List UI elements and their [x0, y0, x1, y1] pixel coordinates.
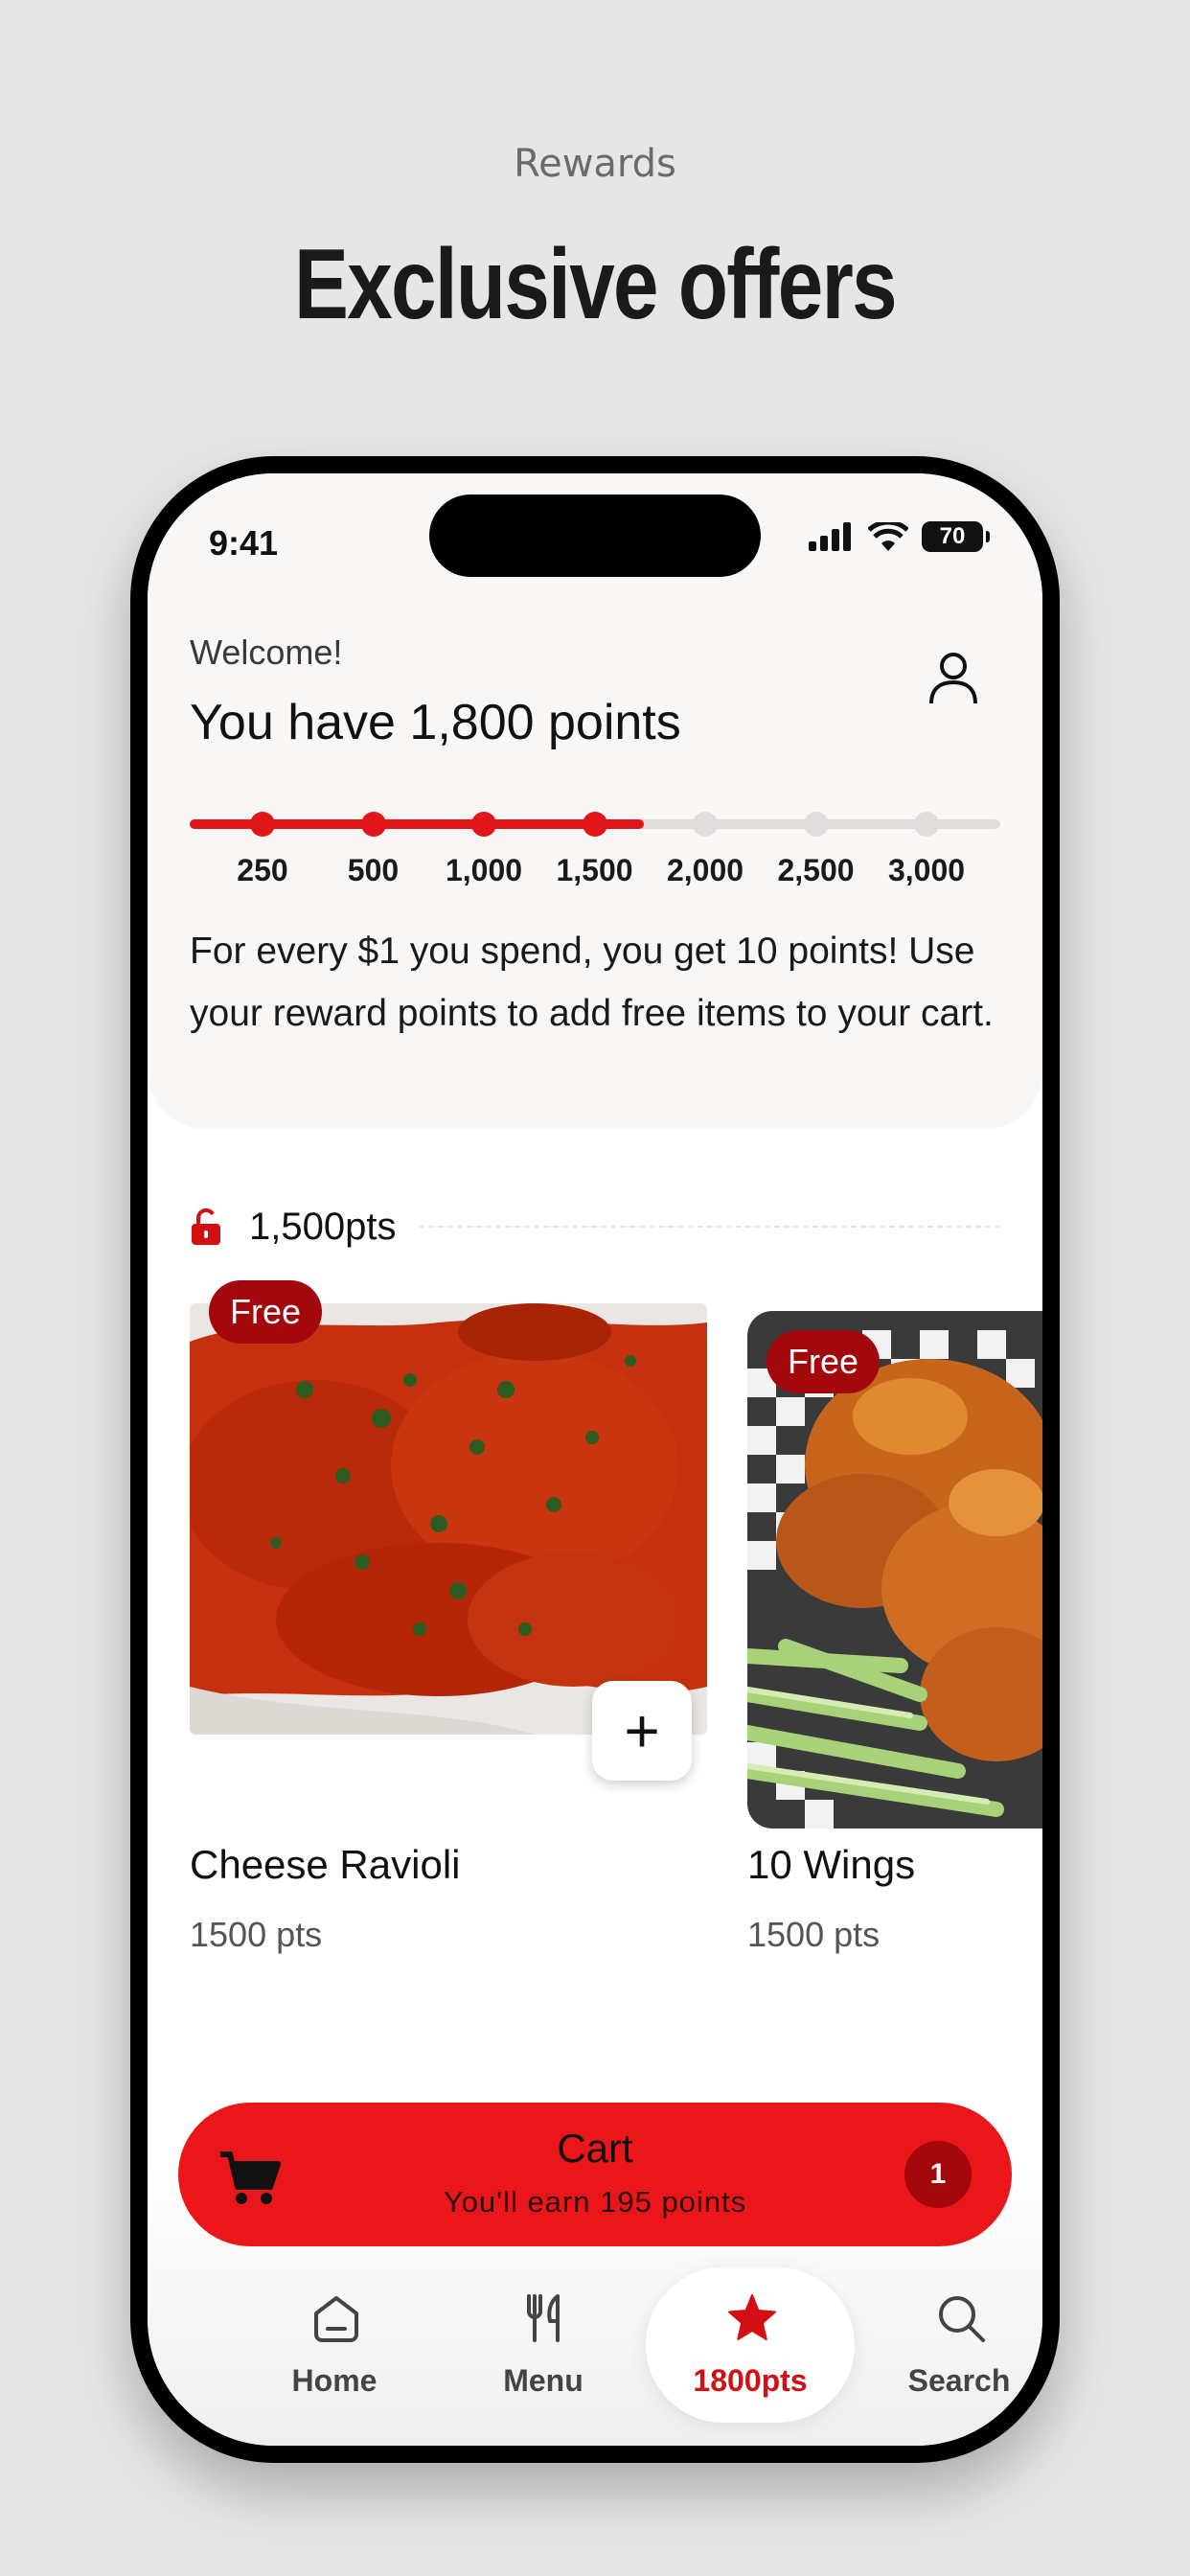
milestone-label: 3,000	[887, 853, 966, 887]
battery-icon: 70	[922, 521, 990, 552]
milestone-dot	[250, 812, 275, 837]
profile-button[interactable]	[924, 648, 983, 707]
points-info-text: For every $1 you spend, you get 10 point…	[190, 931, 994, 1034]
search-icon	[939, 2296, 985, 2342]
item-points: 1500 pts	[747, 1915, 881, 1954]
dynamic-island	[429, 494, 761, 577]
app-screen: Welcome! You have 1,800 points 250 500 1,0…	[148, 473, 1042, 2446]
tab-home[interactable]: Home	[230, 2267, 439, 2423]
welcome-text: Welcome!	[190, 632, 343, 672]
tab-label: 1800pts	[693, 2363, 808, 2398]
tab-label: Menu	[503, 2363, 584, 2398]
milestone-dot	[471, 812, 496, 837]
signal-icon	[809, 522, 851, 551]
item-points: 1500 pts	[190, 1915, 323, 1954]
star-icon	[728, 2294, 776, 2340]
tab-menu[interactable]: Menu	[439, 2267, 648, 2423]
points-title: You have 1,800 points	[190, 695, 681, 750]
item-name: Cheese Ravioli	[190, 1842, 461, 1887]
tab-rewards[interactable]: 1800pts	[646, 2267, 855, 2423]
milestone-dot	[914, 812, 939, 837]
cart-button[interactable]: Cart You'll earn 195 points 1	[178, 2103, 1012, 2246]
add-to-cart-button[interactable]: +	[592, 1681, 692, 1781]
ravioli-image	[190, 1303, 707, 1735]
tab-search[interactable]: Search	[855, 2267, 1042, 2423]
free-badge: Free	[767, 1330, 881, 1393]
milestone-dot	[803, 812, 829, 837]
phone-frame: Welcome! You have 1,800 points 250 500 1,0…	[130, 456, 1060, 2463]
milestone-dot	[360, 812, 386, 837]
item-name: 10 Wings	[747, 1842, 916, 1887]
tab-label: Search	[907, 2363, 1011, 2398]
reward-item-card[interactable]: Free	[747, 1311, 1042, 1828]
unlocked-lock-icon	[192, 1208, 220, 1245]
reward-item-card[interactable]: Free +	[190, 1280, 707, 1735]
tab-label: Home	[291, 2363, 378, 2398]
promo-title: Exclusive offers	[294, 229, 898, 340]
points-progress-bar	[190, 812, 1000, 837]
status-icons: 70	[809, 521, 990, 552]
promo-label: Rewards	[514, 142, 676, 186]
fork-knife-icon	[527, 2294, 560, 2342]
cart-title: Cart	[557, 2126, 633, 2171]
tier-label: 1,500pts	[249, 1205, 397, 1248]
milestone-dot	[582, 812, 607, 837]
wifi-icon	[868, 522, 908, 551]
cart-points-earn: You'll earn 195 points	[443, 2185, 747, 2219]
cart-count-badge: 1	[904, 2141, 972, 2208]
tier-row: 1,500pts	[190, 1198, 1000, 1255]
milestone-dot	[693, 812, 718, 837]
user-icon	[929, 653, 977, 704]
free-badge: Free	[209, 1280, 323, 1344]
tier-divider	[419, 1226, 1000, 1228]
status-time: 9:41	[209, 523, 279, 563]
home-icon	[314, 2296, 358, 2342]
